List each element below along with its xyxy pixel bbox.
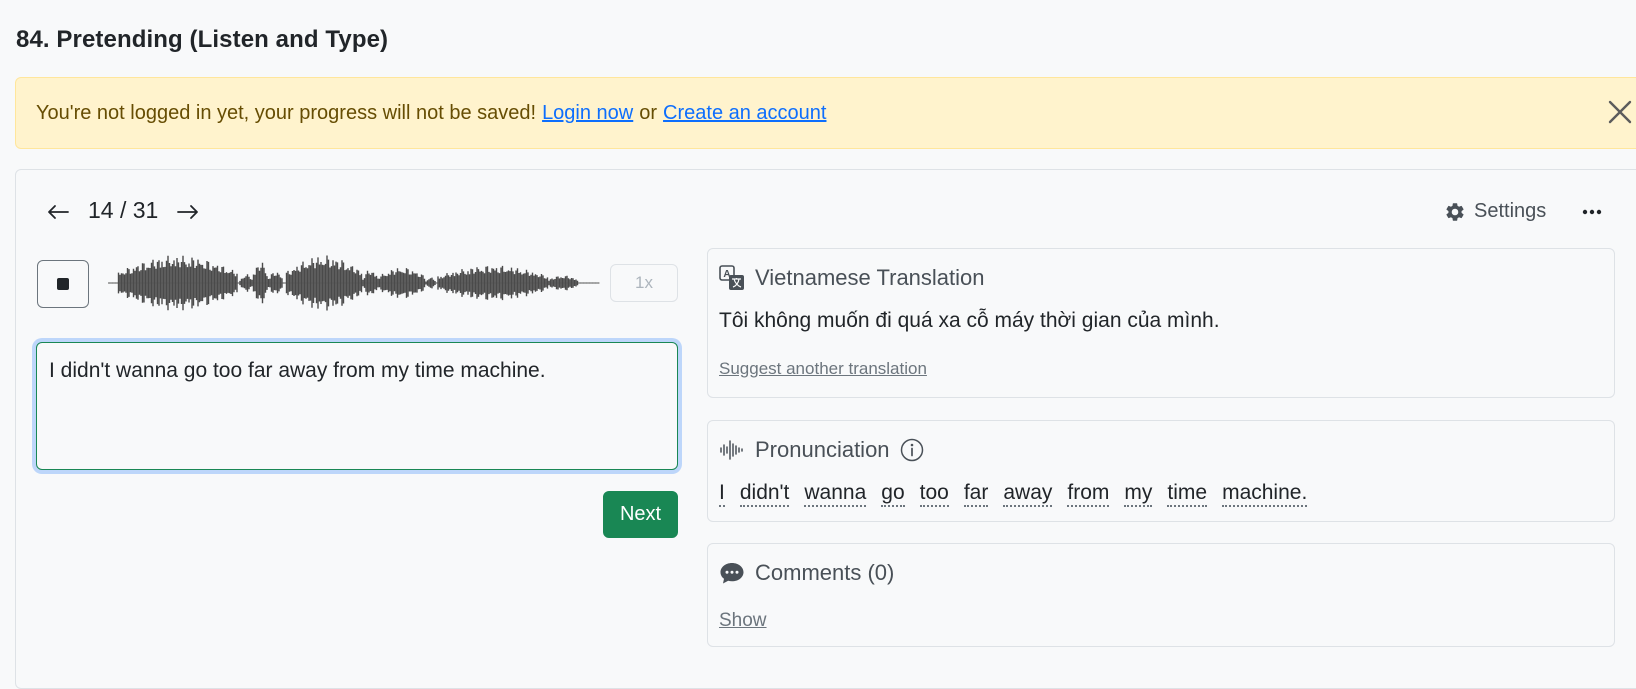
page-title: 84. Pretending (Listen and Type) — [16, 26, 389, 53]
alert-message: You're not logged in yet, your progress … — [36, 101, 537, 124]
chat-bubble-icon — [719, 561, 745, 585]
login-alert: You're not logged in yet, your progress … — [15, 77, 1636, 149]
pronunciation-word[interactable]: away — [1003, 481, 1053, 507]
stop-icon — [57, 278, 69, 290]
more-options-icon[interactable] — [1580, 200, 1604, 224]
arrow-right-icon[interactable] — [174, 200, 202, 224]
gear-icon — [1444, 201, 1466, 223]
stop-button[interactable] — [37, 260, 89, 308]
answer-input[interactable] — [36, 342, 678, 470]
comments-heading: Comments (0) — [755, 560, 895, 585]
playback-speed-button[interactable]: 1x — [610, 264, 678, 302]
next-button[interactable]: Next — [603, 491, 678, 538]
login-link[interactable]: Login now — [542, 102, 633, 125]
pronunciation-panel: Pronunciation I didn't wanna go too far … — [707, 420, 1615, 522]
translate-icon: A — [719, 265, 745, 291]
pronunciation-word[interactable]: my — [1124, 481, 1153, 507]
info-icon[interactable] — [900, 438, 924, 462]
pronunciation-word[interactable]: go — [881, 481, 905, 507]
pronunciation-heading: Pronunciation — [755, 437, 890, 462]
settings-label: Settings — [1474, 200, 1547, 222]
translation-text: Tôi không muốn đi quá xa cỗ máy thời gia… — [719, 309, 1220, 332]
pronunciation-word[interactable]: from — [1067, 481, 1110, 507]
pronunciation-word[interactable]: I — [719, 481, 725, 507]
comments-panel: Comments (0) Show — [707, 543, 1615, 647]
alert-or-text: or — [639, 101, 658, 124]
pronunciation-words: I didn't wanna go too far away from my t… — [719, 481, 1308, 507]
close-icon[interactable] — [1604, 96, 1636, 128]
pronunciation-word[interactable]: didn't — [739, 481, 790, 507]
audio-waveform[interactable] — [108, 246, 600, 320]
show-comments-link[interactable]: Show — [719, 610, 767, 632]
create-account-link[interactable]: Create an account — [663, 102, 826, 125]
pronunciation-word[interactable]: machine. — [1222, 481, 1308, 507]
translation-panel: A Vietnamese Translation Tôi không muốn … — [707, 248, 1615, 398]
sentence-counter: 14 / 31 — [88, 197, 159, 223]
translation-heading: Vietnamese Translation — [755, 265, 985, 290]
pronunciation-word[interactable]: far — [963, 481, 989, 507]
pronunciation-word[interactable]: wanna — [804, 481, 867, 507]
suggest-translation-link[interactable]: Suggest another translation — [719, 359, 927, 379]
settings-button[interactable]: Settings — [1444, 200, 1546, 223]
arrow-left-icon[interactable] — [44, 200, 72, 224]
pronunciation-word[interactable]: too — [919, 481, 949, 507]
pronunciation-word[interactable]: time — [1167, 481, 1208, 507]
soundwave-icon — [719, 439, 745, 461]
